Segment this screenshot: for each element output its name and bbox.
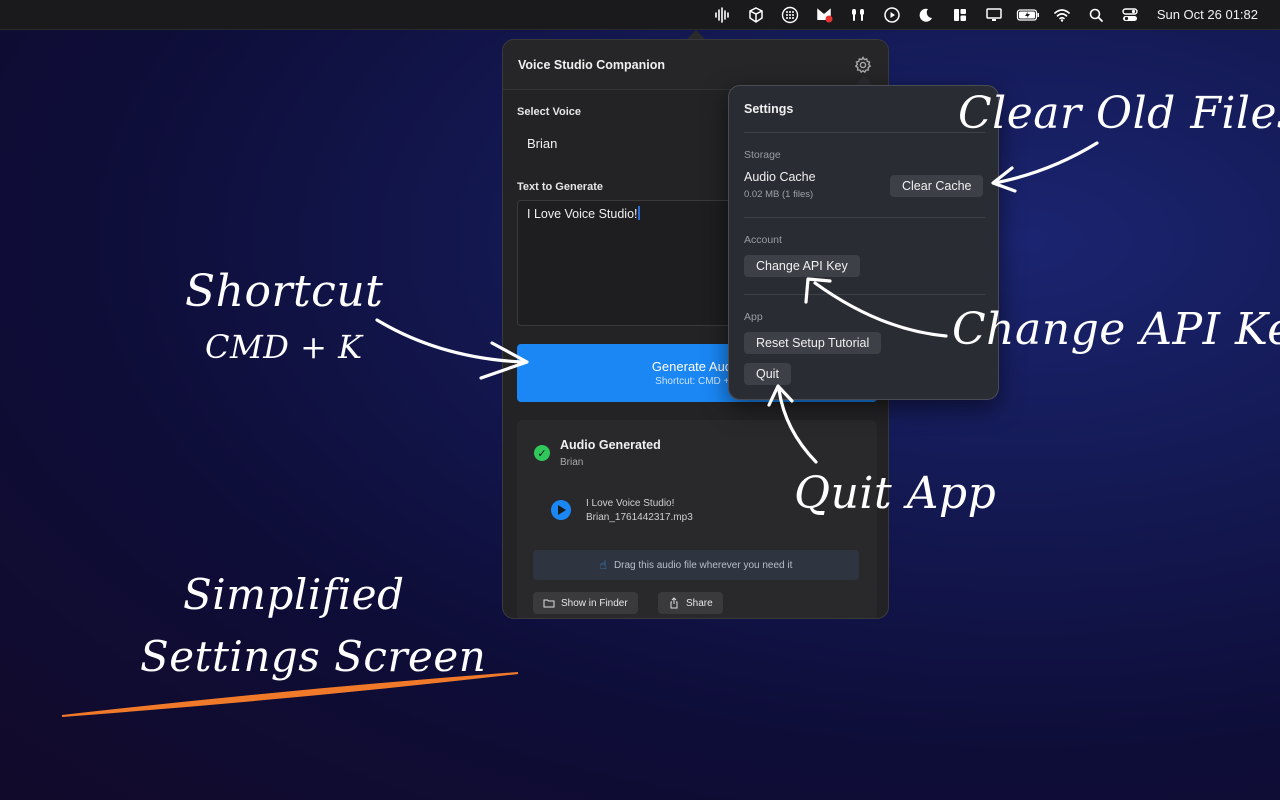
show-in-finder-button[interactable]: Show in Finder (533, 592, 638, 614)
layout-icon[interactable] (943, 0, 977, 30)
storage-section-label: Storage (744, 149, 781, 161)
arrow-shortcut (375, 318, 524, 364)
panel-title: Voice Studio Companion (518, 57, 665, 72)
search-icon[interactable] (1079, 0, 1113, 30)
divider (744, 132, 985, 133)
annotation-quit-app: Quit App (794, 468, 997, 519)
checkmark-icon: ✓ (534, 445, 550, 461)
panel-header: Voice Studio Companion (503, 40, 888, 90)
arrow-clear-cache (993, 141, 1099, 185)
share-icon (670, 597, 678, 609)
gear-icon[interactable] (853, 55, 873, 75)
audio-file-text: I Love Voice Studio! (586, 498, 675, 509)
audio-cache-label: Audio Cache (744, 170, 816, 184)
quit-button[interactable]: Quit (744, 363, 791, 385)
audio-file-info[interactable]: I Love Voice Studio! Brian_1761442317.mp… (586, 497, 693, 525)
text-input-value: I Love Voice Studio! (527, 207, 638, 221)
display-icon[interactable] (977, 0, 1011, 30)
folder-icon (543, 599, 555, 608)
drag-file-area[interactable]: ☝ Drag this audio file wherever you need… (533, 550, 859, 580)
divider (744, 217, 985, 218)
annotation-change-api-key: Change API Key (952, 304, 1280, 355)
select-voice-label: Select Voice (517, 106, 581, 118)
play-icon[interactable] (551, 500, 571, 520)
clear-cache-button[interactable]: Clear Cache (890, 175, 984, 197)
show-in-finder-label: Show in Finder (561, 597, 628, 609)
airpods-icon[interactable] (841, 0, 875, 30)
share-label: Share (686, 597, 713, 609)
menu-bar-clock[interactable]: Sun Oct 26 01:82 (1157, 7, 1258, 22)
audio-result-card: ✓ Audio Generated Brian I Love Voice Stu… (517, 420, 877, 618)
annotation-clear-old-files: Clear Old Files (958, 88, 1280, 139)
share-button[interactable]: Share (658, 592, 723, 614)
app-icon[interactable] (807, 0, 841, 30)
annotation-settings-screen: Settings Screen (140, 632, 487, 681)
drag-hint: Drag this audio file wherever you need i… (613, 559, 793, 571)
annotation-shortcut-keys: CMD + K (205, 328, 363, 366)
waveform-icon[interactable] (705, 0, 739, 30)
settings-title: Settings (744, 102, 794, 116)
audio-cache-size: 0.02 MB (1 files) (744, 189, 814, 200)
moon-icon[interactable] (909, 0, 943, 30)
cube-icon[interactable] (739, 0, 773, 30)
control-center-icon[interactable] (1113, 0, 1147, 30)
wifi-icon[interactable] (1045, 0, 1079, 30)
battery-icon[interactable] (1011, 0, 1045, 30)
change-api-key-button[interactable]: Change API Key (744, 255, 860, 277)
audio-file-name: Brian_1761442317.mp3 (586, 512, 693, 523)
divider (744, 294, 985, 295)
text-cursor (637, 206, 640, 220)
annotation-shortcut: Shortcut (185, 266, 384, 317)
account-section-label: Account (744, 234, 782, 246)
annotation-simplified: Simplified (183, 570, 405, 619)
result-title: Audio Generated (560, 438, 661, 452)
reset-setup-tutorial-button[interactable]: Reset Setup Tutorial (744, 332, 882, 354)
grid-icon[interactable] (773, 0, 807, 30)
play-circle-icon[interactable] (875, 0, 909, 30)
text-to-generate-label: Text to Generate (517, 181, 603, 193)
app-section-label: App (744, 311, 763, 323)
result-voice: Brian (560, 457, 584, 468)
menu-bar: Sun Oct 26 01:82 (0, 0, 1280, 30)
hand-pointer-icon: ☝ (599, 558, 607, 572)
